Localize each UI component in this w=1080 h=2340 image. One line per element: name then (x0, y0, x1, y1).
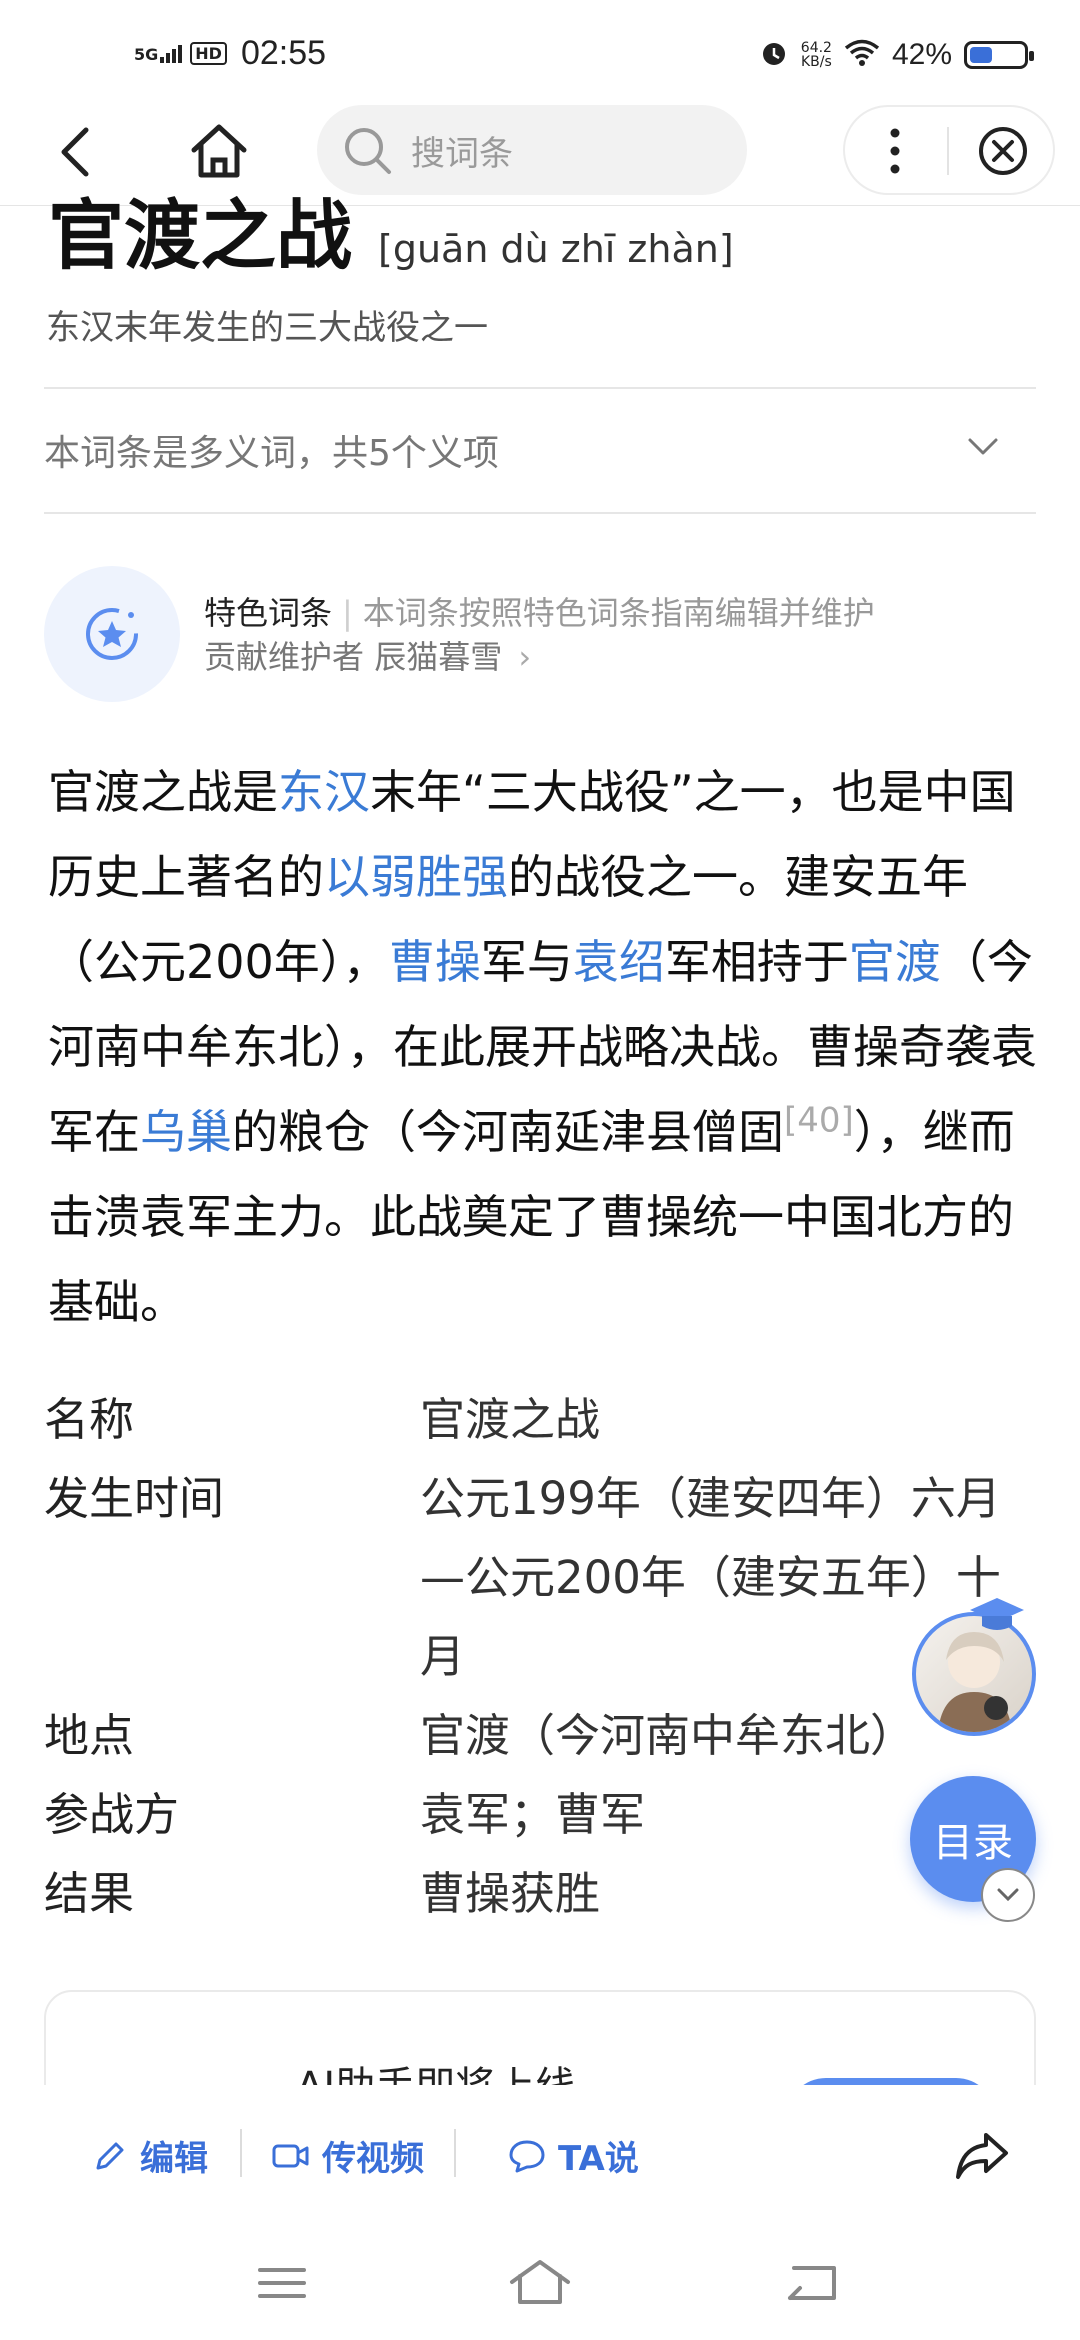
share-icon (956, 2133, 1008, 2179)
share-button[interactable] (952, 2125, 1012, 2185)
collapse-button[interactable] (981, 1868, 1035, 1922)
home-icon (191, 124, 247, 178)
contributor-label: 贡献维护者 (204, 638, 365, 676)
close-circle-icon (979, 127, 1027, 175)
alarm-icon (759, 38, 789, 72)
pencil-icon (96, 2142, 124, 2169)
action-divider (240, 2129, 242, 2177)
featured-separator: | (342, 594, 353, 632)
home-button[interactable] (186, 118, 252, 184)
featured-entry-banner: 特色词条 | 本词条按照特色词条指南编辑并维护 贡献维护者 辰猫暮雪 › (44, 566, 1036, 702)
close-button[interactable] (975, 123, 1031, 179)
entry-header: 官渡之战 [guān dù zhī zhàn] (48, 188, 734, 284)
infobox-key: 参战方 (44, 1788, 180, 1841)
status-bar: 5G HD 02:55 64.2 KB/s 42% (0, 0, 1080, 100)
battery-fill (970, 47, 992, 63)
infobox-row: 结果 曹操获胜 (44, 1854, 1036, 1933)
edit-label: 编辑 (140, 2139, 208, 2179)
infobox-row: 参战方 袁军；曹军 (44, 1775, 1036, 1854)
hd-badge: HD (190, 42, 227, 65)
home-outline-icon (510, 2260, 570, 2304)
summary-text: 的粮仓（今河南延津县僧固 (232, 1105, 784, 1159)
infobox: 名称 官渡之战 发生时间 公元199年（建安四年）六月—公元200年（建安五年）… (44, 1380, 1036, 1933)
star-badge-icon (86, 608, 138, 660)
infobox-key: 发生时间 (44, 1472, 225, 1525)
polysemy-selector[interactable]: 本词条是多义词，共5个义项 (44, 390, 1036, 510)
infobox-key: 名称 (44, 1393, 135, 1446)
featured-badge (44, 566, 180, 702)
clock: 02:55 (240, 34, 327, 72)
chevron-down-icon (968, 438, 998, 455)
chevron-left-icon (61, 127, 89, 177)
capsule-divider (947, 127, 949, 175)
divider (44, 387, 1036, 389)
entry-title: 官渡之战 (48, 191, 352, 280)
featured-label: 特色词条 (204, 594, 333, 632)
summary-text: 军相持于 (664, 935, 849, 989)
link-guandu[interactable]: 官渡 (849, 935, 941, 989)
infobox-key: 地点 (44, 1709, 135, 1762)
entry-subtitle: 东汉末年发生的三大战役之一 (46, 308, 488, 348)
back-button[interactable] (48, 122, 108, 182)
infobox-key: 结果 (44, 1867, 135, 1920)
speed-unit: KB/s (800, 54, 832, 70)
divider (44, 512, 1036, 514)
infobox-row: 地点 官渡（今河南中牟东北） (44, 1696, 1036, 1775)
infobox-row: 名称 官渡之战 (44, 1380, 1036, 1459)
infobox-value: 官渡之战 (420, 1393, 601, 1446)
link-yuanshao[interactable]: 袁绍 (573, 935, 665, 989)
summary-text: 官渡之战是 (48, 765, 278, 819)
chevron-right-icon: › (518, 638, 532, 676)
search-box[interactable]: 搜词条 (317, 105, 747, 195)
featured-line: 特色词条 | 本词条按照特色词条指南编辑并维护 (204, 588, 875, 634)
summary-text: 军与 (480, 935, 573, 989)
polysemy-text: 本词条是多义词，共5个义项 (44, 433, 499, 474)
mini-program-capsule (843, 105, 1055, 195)
upload-video-label: 传视频 (322, 2139, 424, 2179)
featured-description: 本词条按照特色词条指南编辑并维护 (362, 594, 875, 632)
more-vertical-icon (890, 128, 900, 174)
cellular-signal-icon: 5G (134, 44, 183, 64)
bottom-action-bar: 编辑 传视频 TA说 (0, 2085, 1080, 2220)
network-speed: 64.2 KB/s (801, 41, 832, 69)
action-divider (454, 2129, 456, 2177)
recents-button[interactable] (250, 2258, 314, 2308)
menu-icon (258, 2268, 306, 2298)
infobox-row: 发生时间 公元199年（建安四年）六月—公元200年（建安五年）十月 (44, 1459, 1036, 1696)
back-arrow-icon (788, 2266, 836, 2300)
link-donghan[interactable]: 东汉 (278, 765, 370, 819)
entry-summary: 官渡之战是东汉末年“三大战役”之一，也是中国历史上著名的以弱胜强的战役之一。建安… (48, 750, 1040, 1345)
system-home-button[interactable] (508, 2258, 572, 2308)
upload-video-button[interactable]: 传视频 (272, 2131, 424, 2180)
battery-percent: 42% (891, 38, 952, 71)
search-placeholder: 搜词条 (411, 133, 513, 174)
edit-button[interactable]: 编辑 (92, 2131, 208, 2180)
video-camera-icon (272, 2144, 309, 2167)
chat-bubble-icon (509, 2140, 545, 2172)
contributor-name: 辰猫暮雪 (374, 638, 503, 676)
link-wuchao[interactable]: 乌巢 (140, 1105, 232, 1159)
system-back-button[interactable] (780, 2258, 844, 2308)
ta-say-button[interactable]: TA说 (508, 2131, 639, 2180)
network-type: 5G (134, 44, 159, 64)
system-navigation-bar (0, 2220, 1080, 2340)
ta-say-label: TA说 (558, 2139, 639, 2179)
search-icon (345, 128, 391, 174)
chevron-down-icon (997, 1888, 1019, 1902)
more-button[interactable] (875, 125, 915, 177)
battery-icon (964, 41, 1034, 69)
wifi-icon (844, 39, 880, 71)
contributor-link[interactable]: 贡献维护者 辰猫暮雪 › (204, 632, 531, 678)
graduation-cap-icon (970, 1598, 1024, 1630)
reference-marker[interactable]: [40] (784, 1101, 854, 1141)
link-yiruoshengqiang[interactable]: 以弱胜强 (324, 850, 508, 904)
link-caocao[interactable]: 曹操 (389, 935, 481, 989)
entry-pinyin: [guān dù zhī zhàn] (378, 227, 734, 271)
